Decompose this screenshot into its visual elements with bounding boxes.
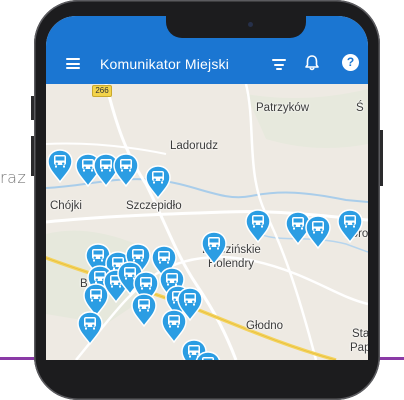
bus-stop-icon[interactable] <box>161 309 187 343</box>
bus-stop-icon[interactable] <box>47 149 73 183</box>
help-icon[interactable]: ? <box>342 54 359 71</box>
bus-stop-icon[interactable] <box>201 231 227 265</box>
phone-notch <box>166 16 306 38</box>
bus-stop-markers <box>47 149 363 360</box>
app-title: Komunikator Miejski <box>100 56 230 72</box>
phone-screen: Komunikator Miejski ? Patrzyków Ś Ladoru… <box>46 16 368 360</box>
bell-icon[interactable] <box>304 54 320 72</box>
bus-stop-icon[interactable] <box>77 311 103 345</box>
bus-stop-icon[interactable] <box>305 215 331 249</box>
bus-stop-icon[interactable] <box>245 209 271 243</box>
map-view[interactable]: Patrzyków Ś Ladorudz Chójki Szczepidło B… <box>46 84 368 360</box>
bus-stop-icon[interactable] <box>145 165 171 199</box>
bus-stop-icon[interactable] <box>337 209 363 243</box>
bus-stop-icon[interactable] <box>131 293 157 327</box>
camera-dot <box>248 22 253 27</box>
phone-side-button <box>380 130 383 186</box>
phone-side-button <box>31 96 34 120</box>
bus-stop-icon[interactable] <box>113 153 139 187</box>
phone-side-button <box>31 136 34 176</box>
bus-stop-icon[interactable] <box>83 283 109 317</box>
road-number-badge: 266 <box>92 85 112 97</box>
filter-icon[interactable] <box>272 59 286 70</box>
background-text: raz <box>0 168 27 187</box>
menu-icon[interactable] <box>66 58 80 69</box>
